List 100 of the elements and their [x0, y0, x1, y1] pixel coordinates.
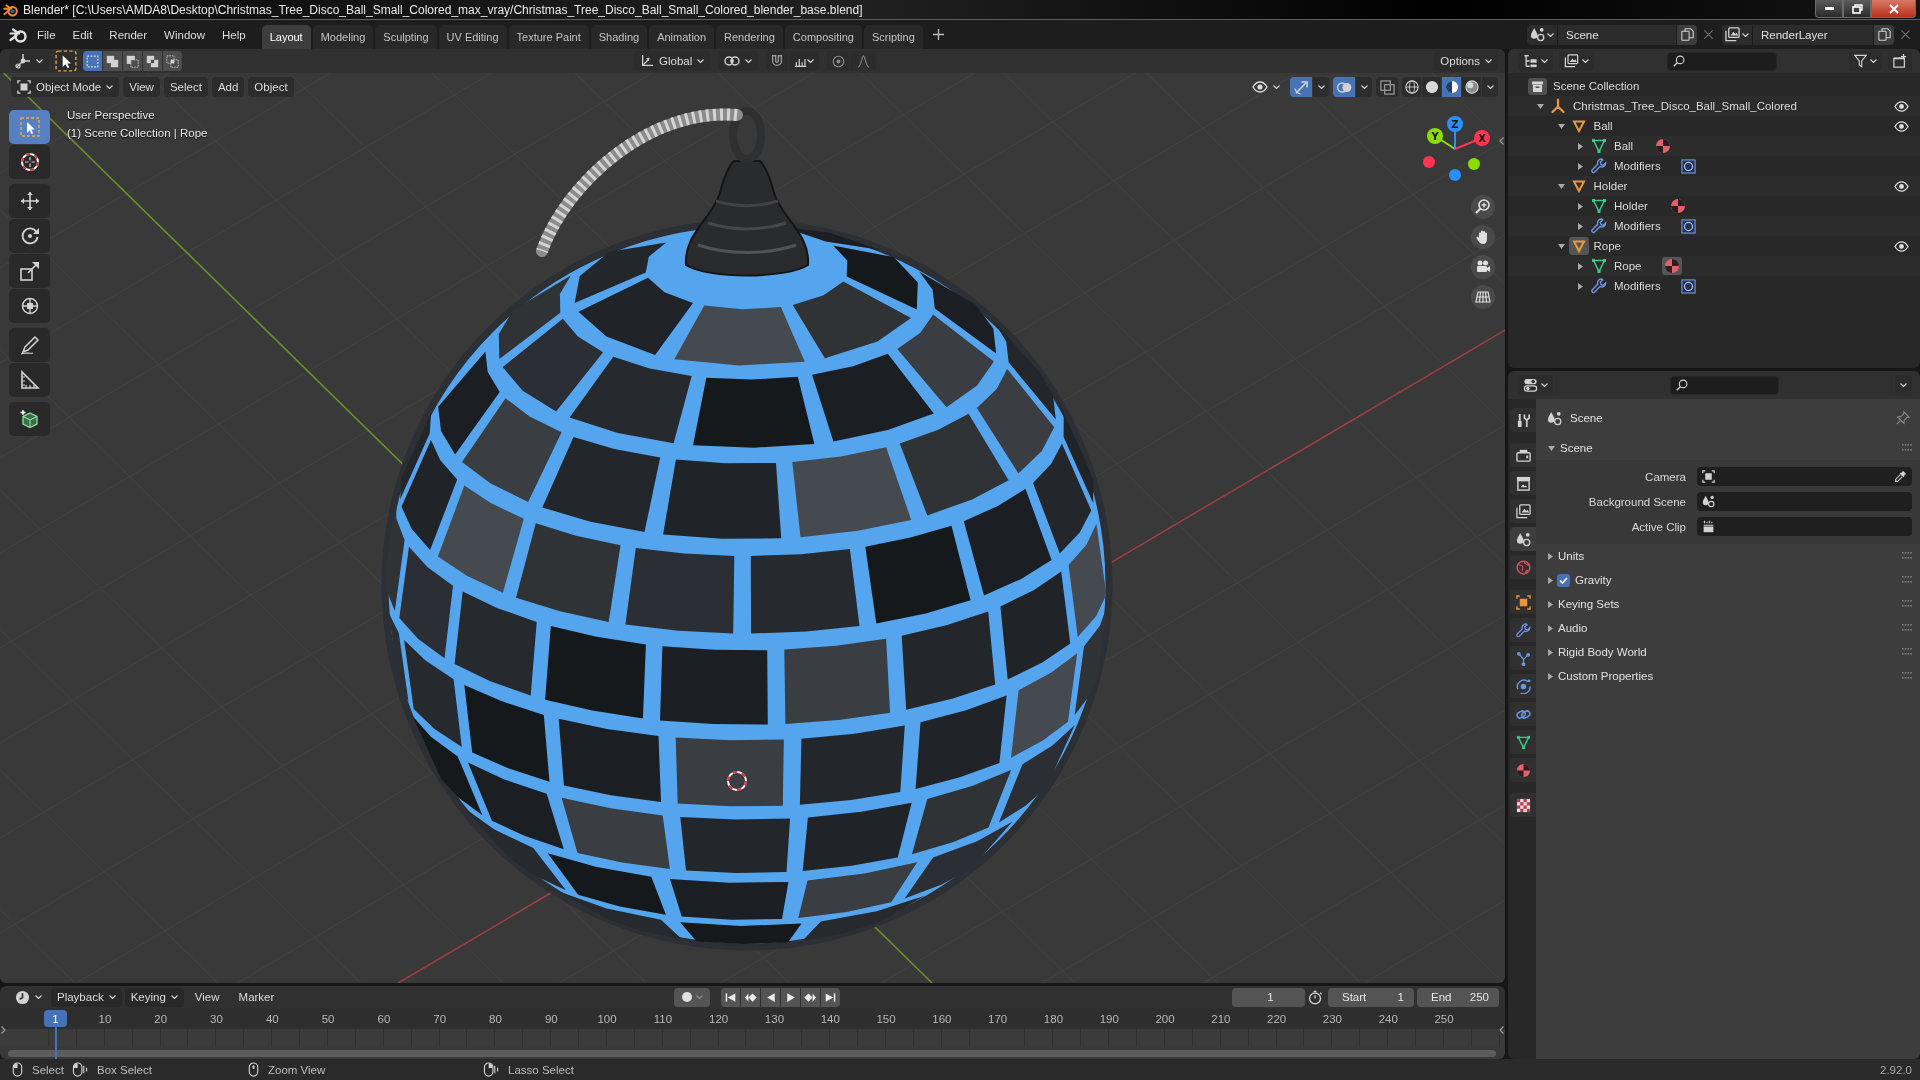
next-keyframe-button[interactable] [801, 987, 821, 1007]
modifier-icon[interactable] [1680, 278, 1696, 294]
mode-dropdown[interactable]: Object Mode [11, 77, 120, 97]
shading-button[interactable] [1462, 77, 1481, 97]
proportional-toggle[interactable] [827, 51, 850, 71]
shading-button[interactable] [1402, 77, 1421, 97]
chevron-right-icon[interactable] [1, 1026, 6, 1034]
axis-dot-icon[interactable] [1468, 158, 1480, 170]
snap-target-dropdown[interactable] [789, 51, 820, 71]
minimize-button[interactable] [1815, 0, 1843, 18]
modifier-icon[interactable] [1680, 158, 1696, 174]
disclosure-triangle-icon[interactable] [1548, 552, 1553, 560]
dropdown-button[interactable]: Playback [51, 987, 122, 1007]
close-button[interactable] [1871, 0, 1916, 18]
axis-handle[interactable]: X [1454, 130, 1490, 150]
close-icon[interactable] [1900, 29, 1911, 40]
disclosure-triangle-icon[interactable] [1557, 183, 1565, 189]
menu-item[interactable]: Select [163, 77, 208, 97]
filter-button[interactable] [1849, 51, 1882, 71]
scene-field[interactable] [1697, 492, 1912, 511]
axis-handle[interactable]: Z [1447, 116, 1463, 150]
plus-icon[interactable] [932, 29, 944, 40]
item-name[interactable]: Christmas_Tree_Disco_Ball_Small_Colored [1573, 100, 1797, 112]
menu-item[interactable]: Add [211, 77, 245, 97]
workspace-tab[interactable]: Compositing [784, 25, 862, 49]
workspace-tab[interactable]: Modeling [312, 25, 374, 49]
view-layer-field[interactable]: RenderLayer [1753, 24, 1873, 45]
select-mode-button[interactable] [103, 51, 122, 71]
item-name[interactable]: Rope [1614, 260, 1642, 272]
dropdown-button[interactable]: Keying [124, 987, 184, 1007]
workspace-tab[interactable]: Shading [590, 25, 648, 49]
xray-toggle[interactable] [1376, 77, 1398, 97]
disclosure-triangle-icon[interactable] [1578, 142, 1583, 150]
duplicate-button[interactable] [1677, 24, 1697, 45]
stopwatch-icon[interactable] [1308, 989, 1323, 1005]
item-name[interactable]: Modifiers [1614, 280, 1661, 292]
properties-tab[interactable] [1510, 758, 1536, 782]
dropdown-button[interactable] [1356, 77, 1372, 97]
maximize-button[interactable] [1843, 0, 1871, 18]
browse-button[interactable] [1722, 24, 1752, 45]
material-icon[interactable] [1661, 257, 1682, 275]
play-button[interactable] [781, 987, 801, 1007]
properties-tab[interactable] [1510, 443, 1536, 467]
orientation-dropdown[interactable]: Global [634, 51, 711, 71]
workspace-tab[interactable]: Texture Paint [508, 25, 589, 49]
outliner-row[interactable]: Christmas_Tree_Disco_Ball_Small_Colored [1508, 96, 1920, 116]
item-name[interactable]: Modifiers [1614, 220, 1661, 232]
tool-button[interactable] [9, 363, 50, 397]
workspace-tab[interactable]: Rendering [716, 25, 783, 49]
blender-logo-icon[interactable] [9, 26, 27, 43]
editor-type-button[interactable] [1518, 375, 1553, 395]
disclosure-triangle-icon[interactable] [1548, 445, 1555, 451]
falloff-dropdown[interactable] [850, 51, 877, 71]
item-name[interactable]: Ball [1614, 140, 1634, 152]
workspace-tab[interactable]: Animation [649, 25, 715, 49]
select-mode-button[interactable] [123, 51, 142, 71]
properties-tab[interactable] [1510, 674, 1536, 698]
menu-item[interactable]: Window [157, 25, 212, 44]
disclosure-triangle-icon[interactable] [1548, 576, 1553, 584]
tool-button[interactable] [9, 289, 50, 323]
item-name[interactable]: Rope [1593, 240, 1621, 252]
menu-item[interactable]: Help [215, 25, 253, 44]
current-frame-field[interactable]: 1 [1232, 987, 1305, 1007]
menu-item[interactable]: Marker [230, 987, 283, 1007]
workspace-tab[interactable]: UV Editing [438, 25, 507, 49]
properties-tab[interactable] [1510, 702, 1536, 726]
tool-button[interactable] [9, 184, 50, 218]
eye-icon[interactable] [1894, 179, 1909, 193]
chevron-left-icon[interactable] [1499, 137, 1504, 145]
scrollbar[interactable] [8, 1049, 1496, 1057]
dropdown-button[interactable] [1313, 77, 1329, 97]
disclosure-triangle-icon[interactable] [1578, 222, 1583, 230]
jump-start-button[interactable] [721, 987, 741, 1007]
workspace-tab[interactable]: Scripting [863, 25, 923, 49]
menu-item[interactable]: View [186, 987, 228, 1007]
menu-item[interactable]: Object [248, 77, 294, 97]
eye-icon[interactable] [1894, 239, 1909, 253]
play-reverse-button[interactable] [761, 987, 781, 1007]
select-mode-button[interactable] [143, 51, 162, 71]
eyedropper-icon[interactable] [1894, 470, 1907, 483]
modifier-icon[interactable] [1680, 218, 1696, 234]
start-frame-field[interactable]: Start 1 [1328, 987, 1414, 1007]
zoom-icon[interactable] [1471, 195, 1495, 219]
properties-tab[interactable] [1510, 618, 1536, 642]
editor-type-button[interactable] [1518, 51, 1553, 71]
workspace-tab[interactable]: Sculpting [375, 25, 437, 49]
3d-cursor-icon[interactable] [727, 771, 747, 791]
dropdown-button[interactable] [1482, 77, 1498, 97]
collection-name[interactable]: Scene Collection [1553, 80, 1640, 92]
search-field[interactable] [1669, 375, 1779, 395]
display-mode-button[interactable] [1559, 51, 1594, 71]
menu-item[interactable]: Edit [65, 25, 100, 44]
outliner-row[interactable]: Holder [1508, 176, 1920, 196]
pivot-dropdown[interactable] [718, 51, 759, 71]
disclosure-triangle-icon[interactable] [1557, 243, 1565, 249]
shading-button[interactable] [1442, 77, 1461, 97]
properties-tab[interactable] [1510, 527, 1536, 551]
shading-button[interactable] [1422, 77, 1441, 97]
camera-field[interactable] [1697, 467, 1912, 486]
previous-keyframe-button[interactable] [741, 987, 761, 1007]
